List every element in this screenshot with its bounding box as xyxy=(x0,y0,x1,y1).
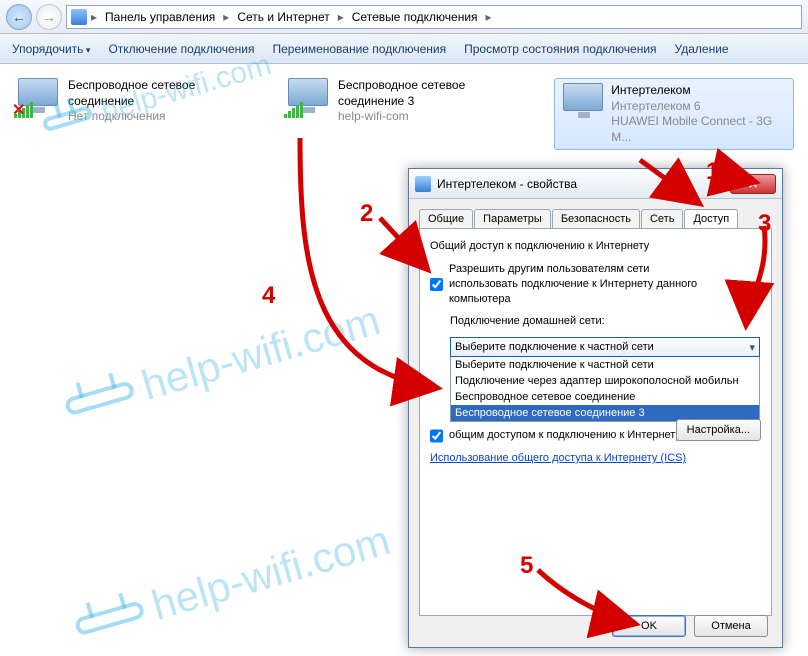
connection-item[interactable]: Беспроводное сетевое соединение 3 help-w… xyxy=(284,78,524,150)
nav-forward-button[interactable]: → xyxy=(36,4,62,30)
breadcrumb-item[interactable]: Панель управления xyxy=(101,10,219,24)
combo-value: Выберите подключение к частной сети xyxy=(455,341,654,353)
dialog-titlebar[interactable]: Интертелеком - свойства ✕ xyxy=(409,169,782,199)
allow-sharing-label: Разрешить другим пользователям сети xyxy=(449,262,697,277)
toolbar: Упорядочить Отключение подключения Переи… xyxy=(0,34,808,64)
chevron-right-icon: ▸ xyxy=(221,10,231,24)
connection-name: Интертелеком xyxy=(611,83,789,99)
disable-connection-button[interactable]: Отключение подключения xyxy=(108,42,254,56)
breadcrumb-item[interactable]: Сеть и Интернет xyxy=(233,10,333,24)
chevron-right-icon: ▸ xyxy=(89,10,99,24)
combo-option[interactable]: Беспроводное сетевое соединение xyxy=(451,389,759,405)
connection-name: соединение 3 xyxy=(338,94,465,110)
annotation-number: 4 xyxy=(262,282,275,310)
allow-manage-checkbox[interactable] xyxy=(430,429,443,443)
view-status-button[interactable]: Просмотр состояния подключения xyxy=(464,42,656,56)
nav-back-button[interactable]: ← xyxy=(6,4,32,30)
allow-sharing-label: использовать подключение к Интернету дан… xyxy=(449,277,697,292)
combo-option[interactable]: Подключение через адаптер широкополосной… xyxy=(451,373,759,389)
connection-status: Интертелеком 6 xyxy=(611,99,789,115)
tab-network[interactable]: Сеть xyxy=(641,209,683,228)
dialog-buttons: OK Отмена xyxy=(612,615,768,637)
delete-connection-button[interactable]: Удаление xyxy=(675,42,729,56)
address-bar: ← → ▸ Панель управления ▸ Сеть и Интерне… xyxy=(0,0,808,34)
connection-name: соединение xyxy=(68,94,195,110)
connection-status: help-wifi-com xyxy=(338,109,465,125)
connection-status: Нет подключения xyxy=(68,109,195,125)
dialog-body: Общий доступ к подключению к Интернету Р… xyxy=(419,228,772,616)
ok-button[interactable]: OK xyxy=(612,615,686,637)
settings-button[interactable]: Настройка... xyxy=(676,419,761,441)
location-icon xyxy=(71,9,87,25)
tab-parameters[interactable]: Параметры xyxy=(474,209,551,228)
homenet-label: Подключение домашней сети: xyxy=(450,314,761,329)
chevron-down-icon: ▾ xyxy=(749,341,755,354)
breadcrumb[interactable]: ▸ Панель управления ▸ Сеть и Интернет ▸ … xyxy=(66,5,802,29)
allow-sharing-checkbox[interactable] xyxy=(430,263,443,307)
chevron-right-icon: ▸ xyxy=(336,10,346,24)
properties-dialog: Интертелеком - свойства ✕ Общие Параметр… xyxy=(408,168,783,648)
tab-bar: Общие Параметры Безопасность Сеть Доступ xyxy=(409,199,782,228)
connection-item-selected[interactable]: Интертелеком Интертелеком 6 HUAWEI Mobil… xyxy=(554,78,794,150)
allow-sharing-checkbox-row: Разрешить другим пользователям сети испо… xyxy=(430,262,761,307)
cancel-button[interactable]: Отмена xyxy=(694,615,768,637)
homenet-combo[interactable]: Выберите подключение к частной сети ▾ xyxy=(450,337,760,357)
combo-option[interactable]: Выберите подключение к частной сети xyxy=(451,357,759,373)
ics-help-link[interactable]: Использование общего доступа к Интернету… xyxy=(430,451,686,466)
annotation-number: 3 xyxy=(758,210,771,238)
sharing-heading: Общий доступ к подключению к Интернету xyxy=(430,239,761,254)
monitor-icon xyxy=(563,83,603,111)
connection-device: HUAWEI Mobile Connect - 3G M... xyxy=(611,114,789,145)
allow-manage-label: общим доступом к подключению к Интернету xyxy=(449,428,681,443)
connection-name: Беспроводное сетевое xyxy=(68,78,195,94)
allow-sharing-label: компьютера xyxy=(449,292,697,307)
close-button[interactable]: ✕ xyxy=(730,174,776,194)
breadcrumb-item[interactable]: Сетевые подключения xyxy=(348,10,482,24)
chevron-right-icon: ▸ xyxy=(484,10,494,24)
connection-name: Беспроводное сетевое xyxy=(338,78,465,94)
dialog-icon xyxy=(415,176,431,192)
dialog-title: Интертелеком - свойства xyxy=(437,177,724,191)
annotation-number: 1 xyxy=(706,158,719,186)
combo-dropdown: Выберите подключение к частной сети Подк… xyxy=(450,357,760,422)
connection-item[interactable]: ✕ Беспроводное сетевое соединение Нет по… xyxy=(14,78,254,150)
organize-menu[interactable]: Упорядочить xyxy=(12,42,90,56)
disconnected-icon: ✕ xyxy=(12,100,25,120)
tab-security[interactable]: Безопасность xyxy=(552,209,640,228)
tab-general[interactable]: Общие xyxy=(419,209,473,228)
rename-connection-button[interactable]: Переименование подключения xyxy=(272,42,446,56)
annotation-number: 2 xyxy=(360,200,373,228)
signal-bars-icon xyxy=(284,102,303,118)
annotation-number: 5 xyxy=(520,552,533,580)
tab-sharing[interactable]: Доступ xyxy=(684,209,738,228)
